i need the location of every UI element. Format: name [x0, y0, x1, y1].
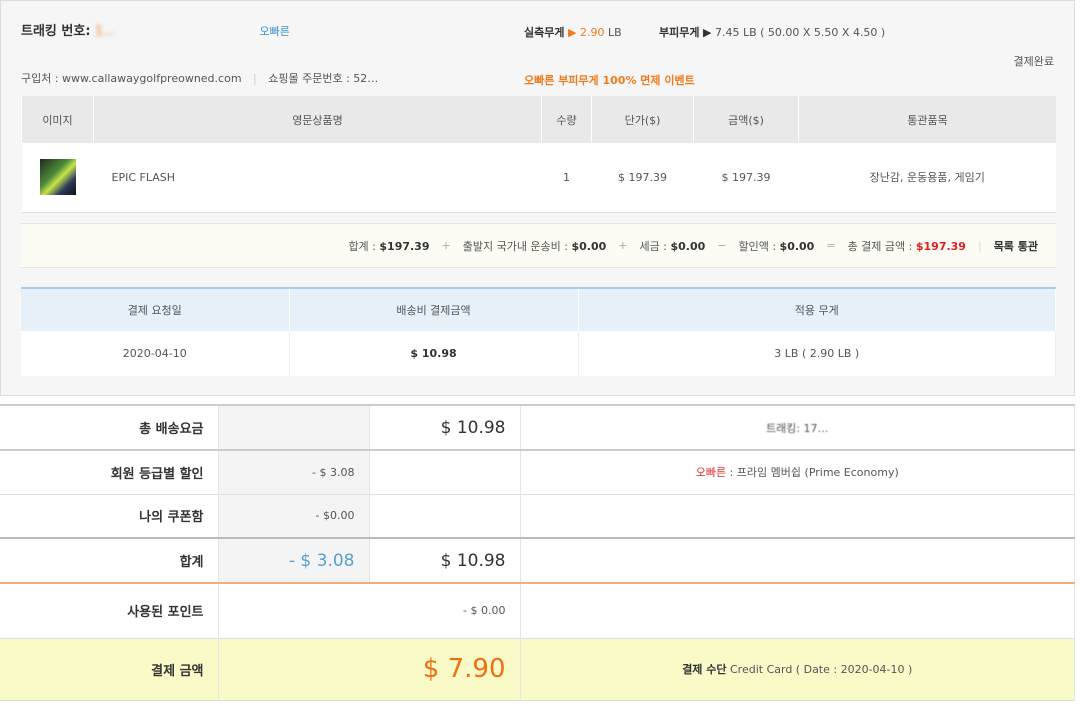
plus-sign: + [618, 239, 627, 252]
applied-weight: 3 LB ( 2.90 LB ) [578, 331, 1056, 376]
actual-weight-label: 실측무게 [524, 26, 564, 39]
col-image: 이미지 [22, 96, 94, 143]
empty-cell [218, 405, 369, 450]
sum-discount: - $ 3.08 [218, 538, 369, 583]
tax-label: 세금 : [640, 240, 667, 253]
customs-type: 목록 통관 [994, 238, 1038, 254]
table-row: 합계 - $ 3.08 $ 10.98 [0, 538, 1075, 583]
table-row: 결제 금액 $ 7.90 결제 수단 Credit Card ( Date : … [0, 638, 1075, 700]
pay-amount: $ 7.90 [218, 638, 520, 700]
tracking-row: 트래킹 번호: 1... 오빠른 [21, 20, 290, 39]
total-value: $197.39 [916, 240, 966, 253]
product-name: EPIC FLASH [94, 143, 542, 212]
payment-table: 결제 요청일 배송비 결제금액 적용 무게 2020-04-10 $ 10.98… [21, 287, 1056, 376]
product-image[interactable] [40, 159, 76, 195]
table-header: 결제 요청일 배송비 결제금액 적용 무게 [21, 288, 1056, 331]
summary-bar: 합계 : $197.39 + 출발지 국가내 운송비 : $0.00 + 세금 … [21, 223, 1056, 268]
empty-cell [520, 538, 1075, 583]
member-discount-value: - $ 3.08 [218, 450, 369, 494]
subtotal-value: $197.39 [379, 240, 429, 253]
empty-cell [369, 494, 520, 538]
table-row: 2020-04-10 $ 10.98 3 LB ( 2.90 LB ) [21, 331, 1056, 376]
discount-label: 할인액 : [738, 240, 776, 253]
volume-weight: 부피무게 ▶ 7.45 LB ( 50.00 X 5.50 X 4.50 ) [659, 24, 885, 40]
membership-info: 오빠른 : 프라임 멤버쉽 (Prime Economy) [520, 450, 1075, 494]
order-panel: 트래킹 번호: 1... 오빠른 실측무게 ▶ 2.90 LB 부피무게 ▶ 7… [0, 0, 1075, 396]
tracking-label: 트래킹 번호: [21, 24, 91, 39]
actual-weight-unit: LB [608, 26, 622, 39]
table-row: 총 배송요금 $ 10.98 트래킹: 17… [0, 405, 1075, 450]
table-header: 이미지 영문상품명 수량 단가($) 금액($) 통관품목 [22, 96, 1057, 143]
carrier-link[interactable]: 오빠른 [259, 25, 289, 38]
table-row: 나의 쿠폰함 - $0.00 [0, 494, 1075, 538]
request-date: 2020-04-10 [21, 331, 289, 376]
empty-cell [520, 583, 1075, 638]
payment-method: 결제 수단 Credit Card ( Date : 2020-04-10 ) [520, 638, 1075, 700]
volume-weight-value: 7.45 LB ( 50.00 X 5.50 X 4.50 ) [715, 26, 885, 39]
col-shipping-amount: 배송비 결제금액 [289, 288, 578, 331]
coupon-value: - $0.00 [218, 494, 369, 538]
table-row: 회원 등급별 할인 - $ 3.08 오빠른 : 프라임 멤버쉽 (Prime … [0, 450, 1075, 494]
total-label: 총 결제 금액 : [848, 240, 913, 253]
col-name: 영문상품명 [94, 96, 542, 143]
subtotal-label: 합계 : [348, 240, 375, 253]
col-unit-price: 단가($) [592, 96, 694, 143]
shipping-value: $0.00 [572, 240, 607, 253]
coupon-label[interactable]: 나의 쿠폰함 [0, 494, 218, 538]
product-amount: $ 197.39 [694, 143, 799, 212]
discount-value: $0.00 [780, 240, 815, 253]
plus-sign: + [442, 239, 451, 252]
product-unit-price: $ 197.39 [592, 143, 694, 212]
member-discount-label: 회원 등급별 할인 [0, 450, 218, 494]
shipping-label: 출발지 국가내 운송비 : [463, 240, 568, 253]
points-label: 사용된 포인트 [0, 583, 218, 638]
col-request-date: 결제 요청일 [21, 288, 289, 331]
col-amount: 금액($) [694, 96, 799, 143]
product-image-cell [22, 143, 94, 212]
total-shipping-label: 총 배송요금 [0, 405, 218, 450]
tracking-info: 트래킹: 17… [766, 422, 829, 435]
fee-breakdown-table: 총 배송요금 $ 10.98 트래킹: 17… 회원 등급별 할인 - $ 3.… [0, 404, 1075, 701]
membership-carrier: 오빠른 [696, 466, 726, 479]
actual-weight-value: 2.90 [580, 26, 605, 39]
tracking-number[interactable]: 1... [95, 24, 116, 39]
minus-sign: − [717, 239, 726, 252]
event-banner[interactable]: 오빠른 부피무게 100% 면제 이벤트 [524, 72, 695, 88]
table-row: 사용된 포인트 - $ 0.00 [0, 583, 1075, 638]
payment-method-value: Credit Card ( Date : 2020-04-10 ) [730, 663, 912, 676]
col-qty: 수량 [542, 96, 592, 143]
total-shipping-value: $ 10.98 [369, 405, 520, 450]
empty-cell [520, 494, 1075, 538]
sum-amount: $ 10.98 [369, 538, 520, 583]
tax-value: $0.00 [670, 240, 705, 253]
purchase-info: 구입처 : www.callawaygolfpreowned.com | 쇼핑몰… [21, 70, 378, 86]
equals-sign: = [826, 239, 835, 252]
table-row: EPIC FLASH 1 $ 197.39 $ 197.39 장난감, 운동용품… [22, 143, 1057, 212]
actual-weight: 실측무게 ▶ 2.90 LB [524, 24, 622, 40]
status-label: 결제완료 [1014, 53, 1054, 69]
arrow-right-icon: ▶ [568, 26, 576, 39]
product-qty: 1 [542, 143, 592, 212]
payment-method-label: 결제 수단 [682, 663, 726, 676]
items-table: 이미지 영문상품명 수량 단가($) 금액($) 통관품목 EPIC FLASH… [21, 96, 1056, 213]
product-customs-category: 장난감, 운동용품, 게임기 [799, 143, 1057, 212]
purchase-from: 구입처 : www.callawaygolfpreowned.com [21, 72, 242, 85]
volume-weight-label: 부피무게 [659, 26, 699, 39]
sum-label: 합계 [0, 538, 218, 583]
empty-cell [369, 450, 520, 494]
pay-label: 결제 금액 [0, 638, 218, 700]
arrow-right-icon: ▶ [703, 26, 711, 39]
shipping-amount: $ 10.98 [289, 331, 578, 376]
membership-plan: : 프라임 멤버쉽 (Prime Economy) [726, 466, 899, 479]
col-customs: 통관품목 [799, 96, 1057, 143]
col-applied-weight: 적용 무게 [578, 288, 1056, 331]
order-number: 쇼핑몰 주문번호 : 52… [268, 72, 378, 85]
points-value: - $ 0.00 [218, 583, 520, 638]
